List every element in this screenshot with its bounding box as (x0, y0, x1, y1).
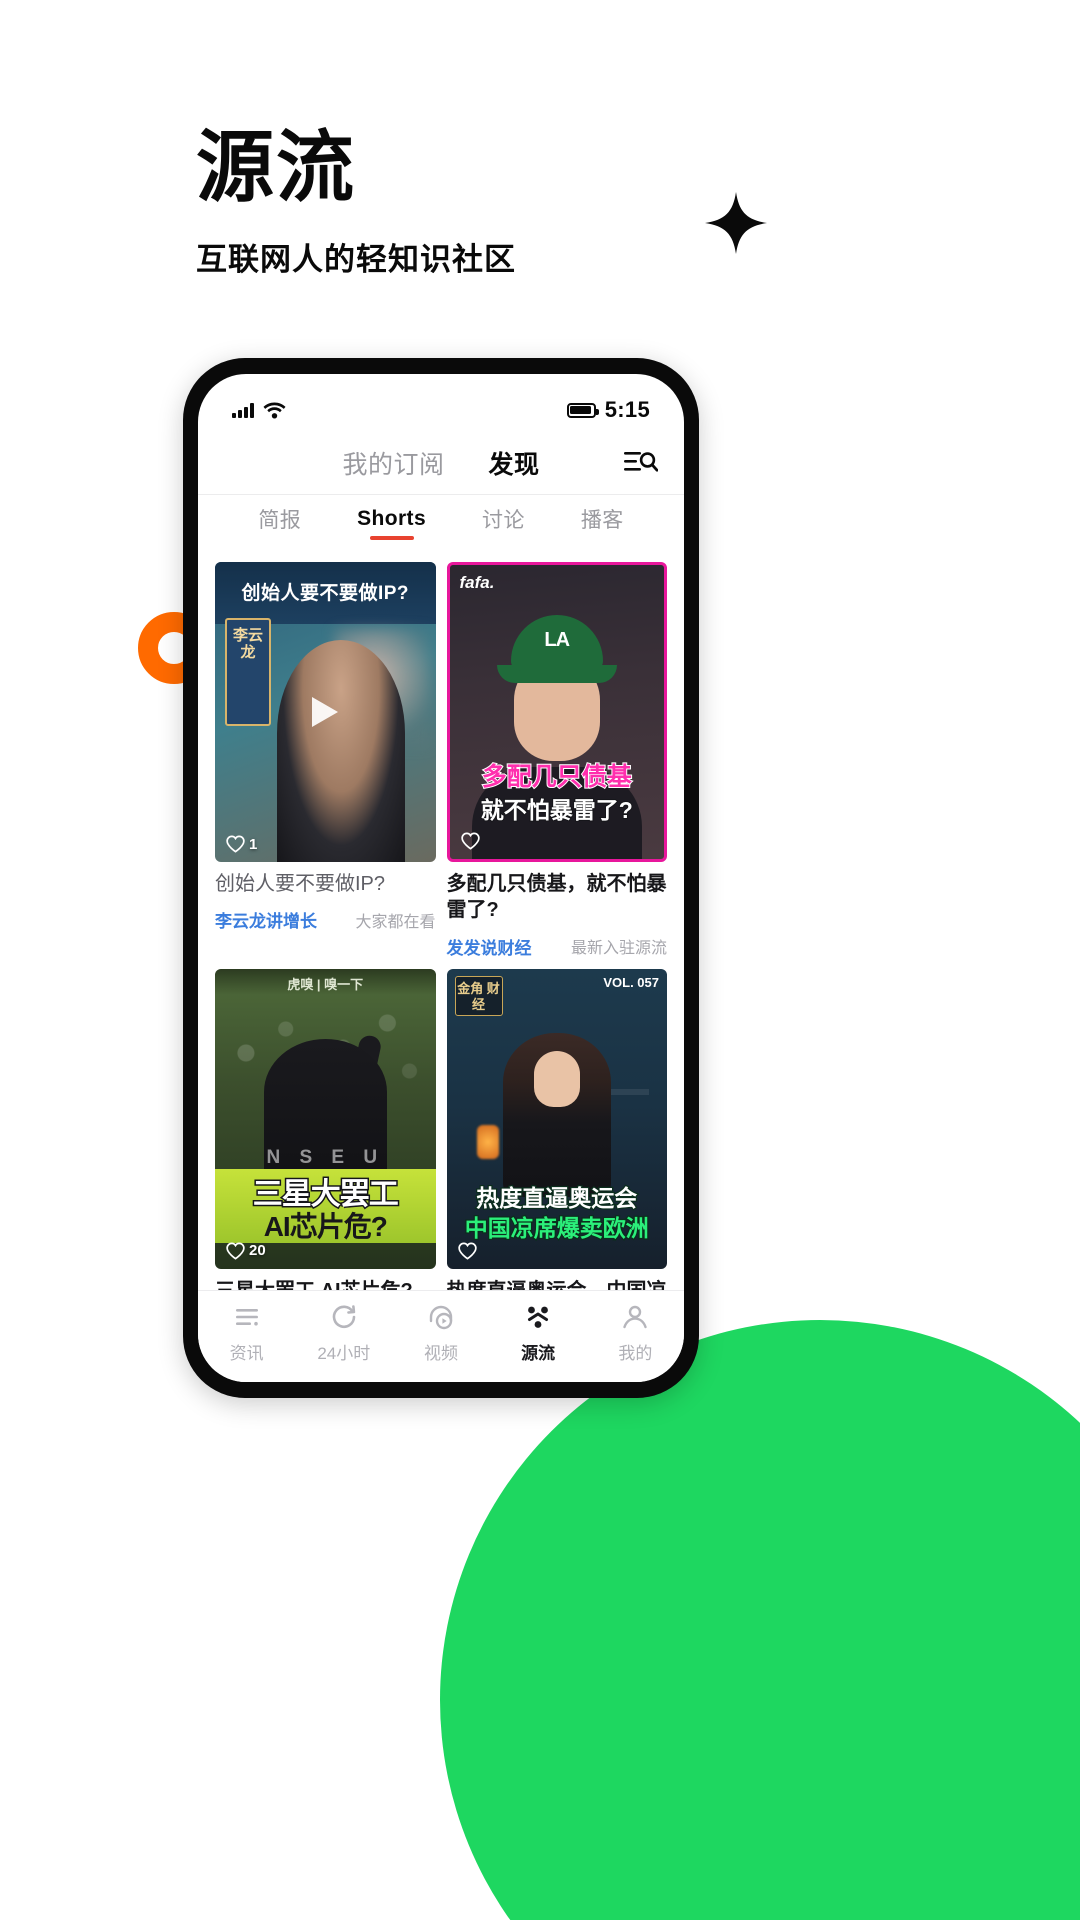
bottom-nav-label: 24小时 (317, 1344, 371, 1363)
like-badge[interactable]: 1 (226, 835, 257, 853)
news-lines-icon (232, 1302, 262, 1332)
thumb-source-label: 虎嗅 | 嗅一下 (287, 976, 364, 992)
top-nav: 我的订阅 发现 (198, 432, 684, 494)
like-badge[interactable] (460, 832, 484, 850)
card-thumbnail[interactable]: fafa. 多配几只债基 就不怕暴雷了? (446, 562, 667, 862)
thumb-headline-2: 就不怕暴雷了? (480, 796, 634, 824)
card-author[interactable]: 发发说财经 (447, 934, 532, 959)
source-dots-icon (523, 1302, 553, 1332)
decor-green-circle (440, 1320, 1080, 1920)
clock-refresh-icon (329, 1302, 359, 1332)
bottom-nav-label: 视频 (423, 1344, 458, 1363)
person-icon (620, 1302, 650, 1332)
video-headphones-icon (426, 1302, 456, 1332)
card-title[interactable]: 三星大罢工 AI芯片危? (215, 1278, 436, 1290)
page-title: 源流 (196, 123, 357, 213)
sparkle-icon (705, 192, 767, 254)
feed-card[interactable]: 金角 财经 VOL. 057 热度直逼奥运会 中国凉席爆卖欧洲 热度直逼奥运会，… (446, 968, 668, 1290)
thumb-name-plate: 李云龙 (232, 627, 263, 661)
shorts-feed-grid: 李云龙 创始人要不要做IP? 1 创始人要不要做IP? 李云龙讲增长 大家都在看 (198, 552, 684, 1290)
heart-icon (226, 835, 245, 853)
top-nav-item-discover[interactable]: 发现 (489, 445, 540, 481)
hero-block: 源流 互联网人的轻知识社区 (196, 123, 516, 279)
bottom-nav-item-source[interactable]: 源流 (490, 1302, 587, 1364)
battery-icon (566, 402, 599, 418)
thumb-headline-2: AI芯片危? (263, 1210, 388, 1242)
card-tag: 最新入驻源流 (570, 940, 667, 958)
feed-card[interactable]: fafa. 多配几只债基 就不怕暴雷了? 多配几只债基，就不怕暴雷了? (446, 562, 668, 959)
bottom-nav-label: 我的 (618, 1344, 653, 1363)
bottom-nav: 资讯 24小时 视频 源流 我的 (198, 1290, 684, 1382)
thumb-headline-1: 多配几只债基 (481, 762, 633, 792)
top-nav-item-subscriptions[interactable]: 我的订阅 (342, 445, 444, 481)
feed-card[interactable]: 李云龙 创始人要不要做IP? 1 创始人要不要做IP? 李云龙讲增长 大家都在看 (215, 562, 436, 959)
like-badge[interactable]: 20 (226, 1242, 266, 1260)
like-count: 20 (249, 1242, 266, 1260)
bottom-nav-item-24h[interactable]: 24小时 (295, 1302, 392, 1364)
card-thumbnail[interactable]: 金角 财经 VOL. 057 热度直逼奥运会 中国凉席爆卖欧洲 (446, 968, 667, 1269)
card-thumbnail[interactable]: 虎嗅 | 嗅一下 N S E U 三星大罢工 AI芯片危? 20 (215, 968, 436, 1269)
bottom-nav-item-mine[interactable]: 我的 (587, 1302, 684, 1364)
search-list-icon[interactable] (624, 450, 659, 476)
play-icon[interactable] (312, 697, 339, 727)
bottom-nav-label: 源流 (521, 1344, 556, 1363)
heart-icon (460, 832, 480, 850)
thumb-badge: 金角 财经 (457, 980, 500, 1013)
thumb-headline: 创始人要不要做IP? (241, 583, 410, 604)
status-bar-time: 5:15 (604, 397, 650, 422)
like-badge[interactable] (457, 1242, 481, 1260)
tab-discussion[interactable]: 讨论 (482, 504, 525, 543)
feed-card[interactable]: 虎嗅 | 嗅一下 N S E U 三星大罢工 AI芯片危? 20 三星大罢工 A… (215, 968, 436, 1290)
phone-mockup: 5:15 我的订阅 发现 简报 Shorts 讨论 播客 李云龙 创始人要不要做… (183, 358, 699, 1398)
heart-icon (457, 1242, 477, 1260)
card-tag: 大家都在看 (355, 913, 436, 931)
cellular-bars-icon (232, 402, 254, 418)
status-bar-right: 5:15 (566, 397, 650, 423)
page-subtitle: 互联网人的轻知识社区 (196, 241, 516, 278)
card-title[interactable]: 创始人要不要做IP? (215, 871, 436, 897)
thumb-headline-1: 热度直逼奥运会 (475, 1184, 638, 1213)
card-meta: 发发说财经 最新入驻源流 (447, 934, 668, 959)
status-bar: 5:15 (198, 374, 684, 432)
wifi-icon (263, 402, 285, 418)
tab-podcast[interactable]: 播客 (581, 504, 624, 543)
card-title[interactable]: 多配几只债基，就不怕暴雷了? (447, 871, 668, 924)
thumb-headline-2: 中国凉席爆卖欧洲 (464, 1214, 650, 1243)
bottom-nav-item-news[interactable]: 资讯 (198, 1302, 295, 1364)
bottom-nav-item-video[interactable]: 视频 (392, 1302, 489, 1364)
status-bar-left (232, 402, 286, 419)
card-thumbnail[interactable]: 李云龙 创始人要不要做IP? 1 (215, 562, 436, 862)
card-title[interactable]: 热度直逼奥运会，中国凉席爆卖欧洲 (447, 1278, 668, 1290)
like-count: 1 (249, 835, 258, 853)
bottom-nav-label: 资讯 (229, 1344, 264, 1363)
thumb-volume-label: VOL. 057 (603, 974, 659, 990)
tab-briefing[interactable]: 简报 (258, 504, 301, 543)
thumb-watermark: N S E U (266, 1146, 385, 1168)
card-author[interactable]: 李云龙讲增长 (215, 907, 317, 932)
heart-icon (226, 1242, 245, 1260)
phone-screen: 5:15 我的订阅 发现 简报 Shorts 讨论 播客 李云龙 创始人要不要做… (198, 374, 684, 1382)
sub-tabs: 简报 Shorts 讨论 播客 (198, 494, 684, 552)
tab-shorts[interactable]: Shorts (357, 507, 426, 540)
card-meta: 李云龙讲增长 大家都在看 (215, 907, 436, 932)
thumb-logo: fafa. (459, 573, 495, 592)
